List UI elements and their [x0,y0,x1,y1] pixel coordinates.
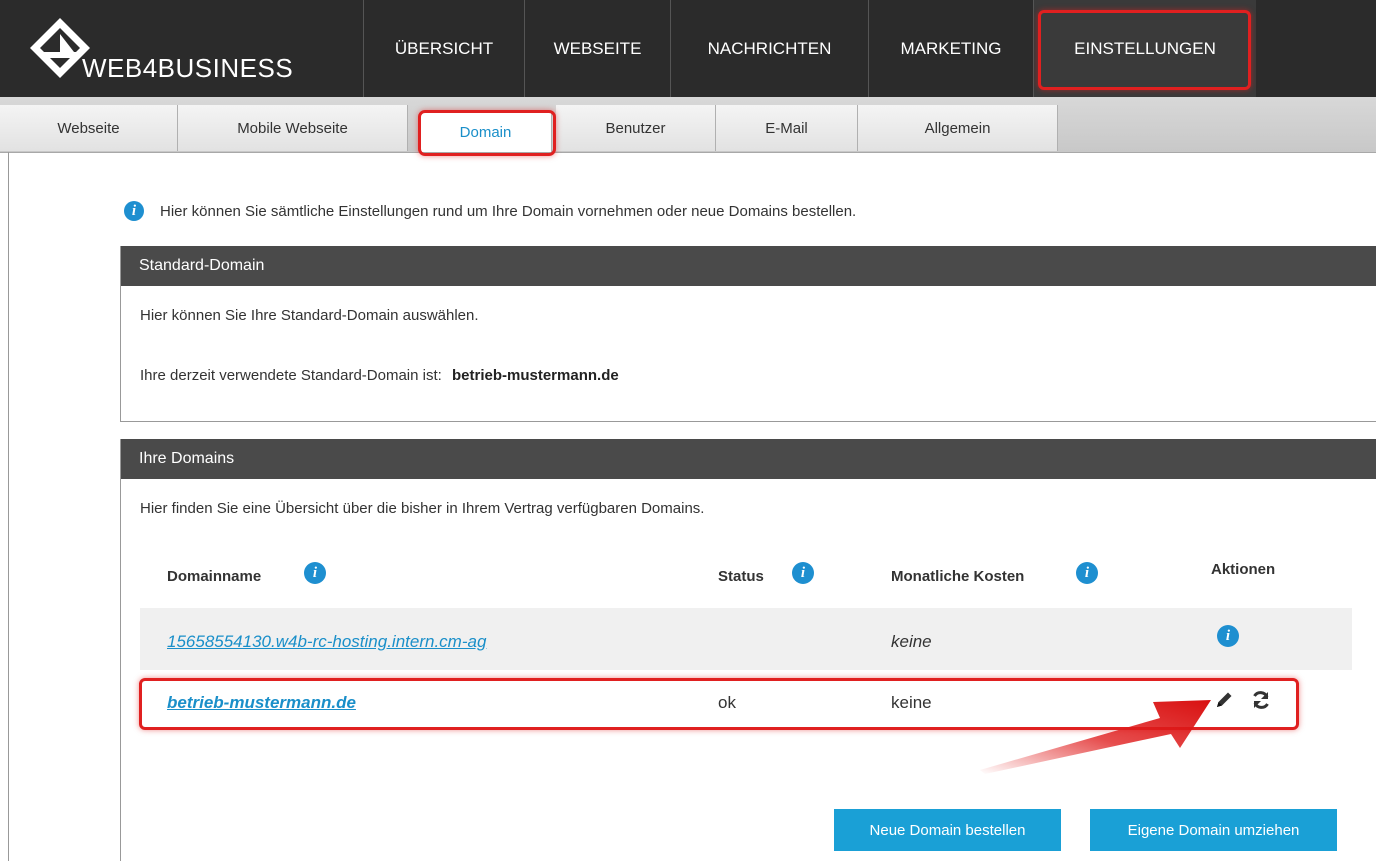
status-info-icon[interactable]: i [792,562,814,584]
standard-domain-current-value: betrieb-mustermann.de [452,367,619,384]
row1-info-icon[interactable]: i [1217,625,1239,647]
col-monatliche-kosten: Monatliche Kosten [891,568,1025,585]
standard-domain-current: Ihre derzeit verwendete Standard-Domain … [140,367,619,384]
annotation-arrow-icon [980,700,1211,774]
nav-uebersicht[interactable]: ÜBERSICHT [363,0,524,97]
col-aktionen: Aktionen [1211,561,1276,578]
col-domainname: Domainname [167,568,262,585]
brand-logo[interactable]: WEB4BUSINESS [0,0,363,97]
tab-email[interactable]: E-Mail [716,105,858,151]
transfer-domain-button[interactable]: Eigene Domain umziehen [1090,809,1337,851]
row1-cost: keine [891,632,932,651]
content-border [8,152,9,861]
col-status: Status [718,568,764,585]
tab-webseite[interactable]: Webseite [0,105,178,151]
standard-domain-current-label: Ihre derzeit verwendete Standard-Domain … [140,367,442,384]
standard-domain-desc: Hier können Sie Ihre Standard-Domain aus… [140,307,479,324]
kosten-info-icon[interactable]: i [1076,562,1098,584]
tab-allgemein[interactable]: Allgemein [858,105,1058,151]
domains-title: Ihre Domains [121,439,1376,479]
nav-marketing[interactable]: MARKETING [868,0,1033,97]
domainname-info-icon[interactable]: i [304,562,326,584]
order-domain-button[interactable]: Neue Domain bestellen [834,809,1061,851]
domain-link-hosting[interactable]: 15658554130.w4b-rc-hosting.intern.cm-ag [167,632,486,652]
tab-mobile-webseite[interactable]: Mobile Webseite [178,105,408,151]
domains-desc: Hier finden Sie eine Übersicht über die … [140,500,705,517]
info-icon: i [124,201,144,221]
highlight-tab-domain [418,110,556,156]
intro-text: Hier können Sie sämtliche Einstellungen … [160,203,857,220]
standard-domain-panel: Standard-Domain Hier können Sie Ihre Sta… [120,246,1376,422]
nav-webseite[interactable]: WEBSEITE [524,0,670,97]
standard-domain-title: Standard-Domain [121,246,1376,286]
nav-nachrichten[interactable]: NACHRICHTEN [670,0,868,97]
brand-name: WEB4BUSINESS [82,53,294,83]
tab-benutzer[interactable]: Benutzer [556,105,716,151]
highlight-nav-einstellungen [1038,10,1251,90]
brand-logo-icon [30,18,90,78]
